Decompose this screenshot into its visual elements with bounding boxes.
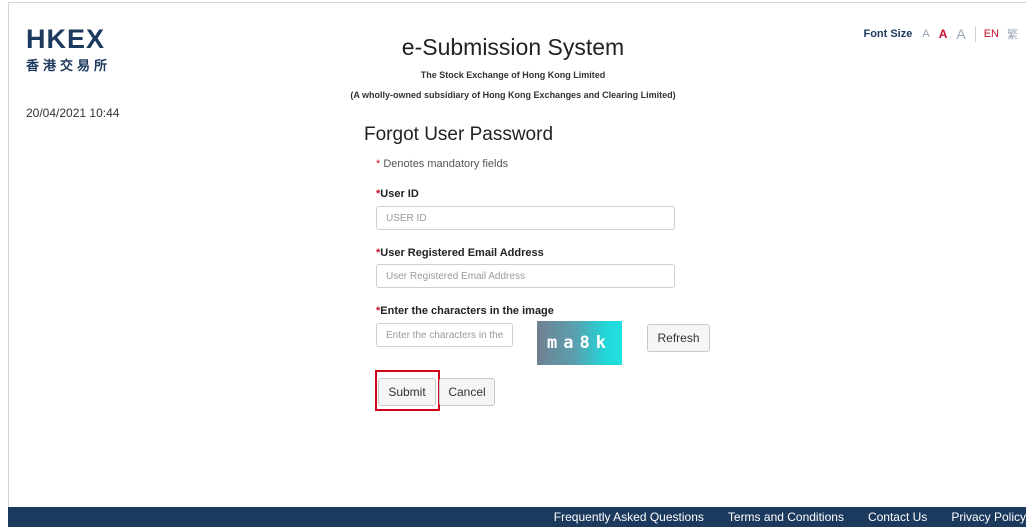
captcha-label: *Enter the characters in the image	[376, 305, 554, 317]
system-subtitle-2: (A wholly-owned subsidiary of Hong Kong …	[350, 90, 676, 100]
font-bar-divider	[974, 26, 976, 42]
font-size-small-button[interactable]: A	[922, 28, 929, 40]
footer-bar: Frequently Asked Questions Terms and Con…	[8, 507, 1026, 527]
email-label-text: User Registered Email Address	[380, 247, 544, 259]
email-label: *User Registered Email Address	[376, 247, 544, 259]
user-id-label: *User ID	[376, 188, 419, 200]
user-id-label-text: User ID	[380, 188, 419, 200]
font-size-medium-button[interactable]: A	[939, 27, 948, 41]
font-size-label: Font Size	[863, 28, 913, 40]
user-id-input[interactable]	[376, 206, 675, 230]
font-size-large-button[interactable]: A	[956, 26, 965, 42]
footer-link-privacy[interactable]: Privacy Policy	[951, 510, 1026, 524]
footer-link-terms[interactable]: Terms and Conditions	[728, 510, 844, 524]
font-size-bar: Font Size A A A EN 繁	[863, 26, 1018, 42]
email-input[interactable]	[376, 264, 675, 288]
current-datetime: 20/04/2021 10:44	[26, 106, 120, 120]
submit-highlight-box	[375, 370, 440, 411]
captcha-label-text: Enter the characters in the image	[380, 305, 554, 317]
captcha-image: ma8k	[537, 321, 622, 365]
mandatory-note: * Denotes mandatory fields	[376, 158, 508, 170]
cancel-button[interactable]: Cancel	[439, 378, 495, 406]
form-title: Forgot User Password	[364, 124, 554, 145]
system-subtitle-1: The Stock Exchange of Hong Kong Limited	[420, 70, 606, 80]
refresh-button[interactable]: Refresh	[647, 324, 710, 352]
captcha-input[interactable]	[376, 323, 513, 347]
language-en-link[interactable]: EN	[984, 28, 999, 40]
footer-link-contact[interactable]: Contact Us	[868, 510, 927, 524]
footer-link-faq[interactable]: Frequently Asked Questions	[554, 510, 704, 524]
mandatory-note-text: Denotes mandatory fields	[380, 158, 509, 170]
language-tc-link[interactable]: 繁	[1007, 26, 1018, 42]
captcha-image-text: ma8k	[547, 333, 612, 353]
